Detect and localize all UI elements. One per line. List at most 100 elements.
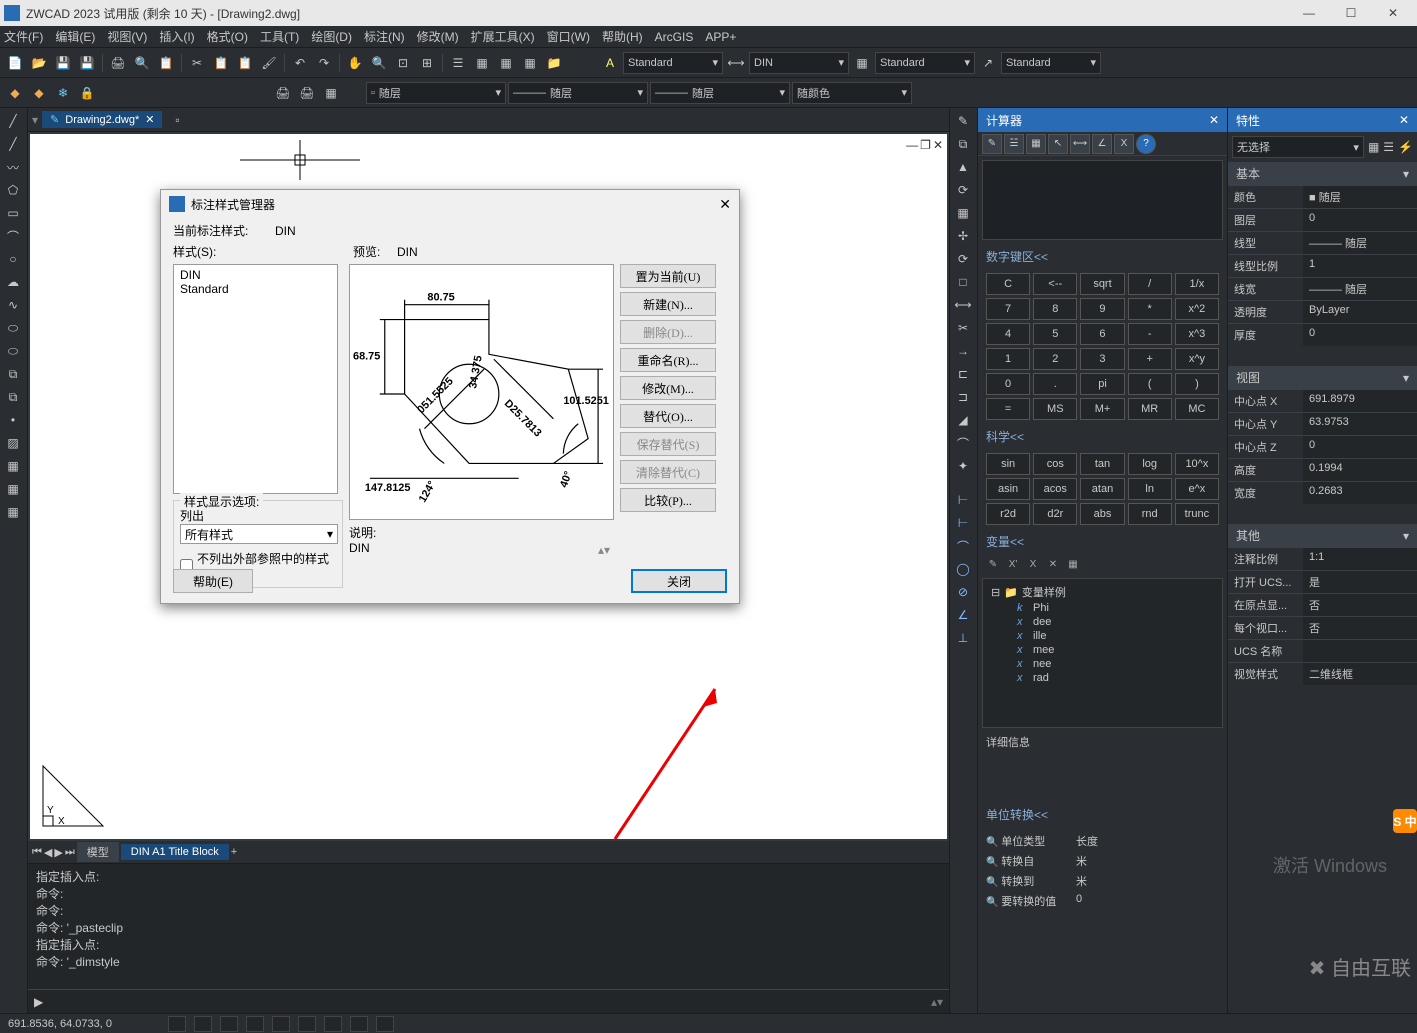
dim-ordinate-icon[interactable]: ⊥: [952, 627, 974, 649]
layer-lock-icon[interactable]: 🔒: [76, 82, 98, 104]
key-pow[interactable]: x^y: [1175, 348, 1219, 370]
xline-icon[interactable]: ╱: [2, 133, 24, 155]
key-9[interactable]: 9: [1080, 298, 1124, 320]
dim-diameter-icon[interactable]: ⊘: [952, 581, 974, 603]
tool-palette-icon[interactable]: ▦: [519, 52, 541, 74]
file-tab-active[interactable]: ✎Drawing2.dwg*✕: [42, 111, 162, 128]
group-misc[interactable]: 其他▾: [1228, 524, 1417, 547]
revcloud-icon[interactable]: ☁: [2, 271, 24, 293]
scale-icon[interactable]: □: [952, 271, 974, 293]
ortho-toggle[interactable]: [220, 1016, 238, 1032]
dim-arc-icon[interactable]: ⌒: [952, 535, 974, 557]
menu-tools[interactable]: 工具(T): [260, 28, 299, 45]
var-edit-icon[interactable]: X: [1024, 556, 1042, 572]
key-8[interactable]: 8: [1033, 298, 1077, 320]
key-mr[interactable]: MR: [1128, 398, 1172, 420]
list-filter-combo[interactable]: 所有样式▾: [180, 524, 338, 544]
design-center-icon[interactable]: ▦: [495, 52, 517, 74]
canvas-max-icon[interactable]: ❐: [920, 138, 931, 152]
dimstyle-icon[interactable]: ⟷: [725, 52, 747, 74]
copy-obj-icon[interactable]: ⧉: [952, 133, 974, 155]
tab-nav-first[interactable]: ⏮: [32, 846, 42, 859]
key-cos[interactable]: cos: [1033, 453, 1077, 475]
menu-file[interactable]: 文件(F): [4, 28, 43, 45]
key-c[interactable]: C: [986, 273, 1030, 295]
trim-icon[interactable]: ✂: [952, 317, 974, 339]
set-current-button[interactable]: 置为当前(U): [620, 264, 716, 288]
prop-ltscale[interactable]: 1: [1303, 255, 1417, 277]
snap-toggle[interactable]: [168, 1016, 186, 1032]
grid-toggle[interactable]: [194, 1016, 212, 1032]
tab-add[interactable]: +: [231, 846, 237, 858]
key-eq[interactable]: =: [986, 398, 1030, 420]
canvas-close-icon[interactable]: ✕: [933, 138, 943, 152]
zoom-icon[interactable]: 🔍: [368, 52, 390, 74]
lineweight-combo[interactable]: ——— 随层▾: [650, 82, 790, 104]
plot2-icon[interactable]: 🖨: [296, 82, 318, 104]
menu-edit[interactable]: 编辑(E): [55, 28, 95, 45]
key-abs[interactable]: abs: [1080, 503, 1124, 525]
key-ms[interactable]: MS: [1033, 398, 1077, 420]
tablestyle-icon[interactable]: ▦: [851, 52, 873, 74]
new-style-button[interactable]: 新建(N)...: [620, 292, 716, 316]
polygon-icon[interactable]: ⬠: [2, 179, 24, 201]
layout-icon[interactable]: ▦: [320, 82, 342, 104]
prop-ucs-on[interactable]: 是: [1303, 571, 1417, 593]
layer-iso-icon[interactable]: ◆: [4, 82, 26, 104]
key-4[interactable]: 4: [986, 323, 1030, 345]
new-icon[interactable]: 📄: [4, 52, 26, 74]
rename-style-button[interactable]: 重命名(R)...: [620, 348, 716, 372]
prop-visual-style[interactable]: 二维线框: [1303, 663, 1417, 685]
polar-toggle[interactable]: [246, 1016, 264, 1032]
quick-select-icon[interactable]: ▦: [1368, 140, 1379, 154]
spline-icon[interactable]: ∿: [2, 294, 24, 316]
key-div[interactable]: /: [1128, 273, 1172, 295]
key-10x[interactable]: 10^x: [1175, 453, 1219, 475]
compare-style-button[interactable]: 比较(P)...: [620, 488, 716, 512]
prop-center-z[interactable]: 0: [1303, 436, 1417, 458]
erase-icon[interactable]: ✎: [952, 110, 974, 132]
polyline-icon[interactable]: 〰: [2, 156, 24, 178]
key-mul[interactable]: *: [1128, 298, 1172, 320]
mleader-style-combo[interactable]: Standard▾: [1001, 52, 1101, 74]
key-log[interactable]: log: [1128, 453, 1172, 475]
gradient-icon[interactable]: ▦: [2, 455, 24, 477]
prop-anno-scale[interactable]: 1:1: [1303, 548, 1417, 570]
fillet-icon[interactable]: ⌒: [952, 432, 974, 454]
arc-icon[interactable]: ⌒: [2, 225, 24, 247]
calc-close-icon[interactable]: ✕: [1209, 113, 1219, 127]
ellipse-icon[interactable]: ⬭: [2, 317, 24, 339]
dim-linear-icon[interactable]: ⊢: [952, 489, 974, 511]
zoom-prev-icon[interactable]: ⊞: [416, 52, 438, 74]
hatch-icon[interactable]: ▨: [2, 432, 24, 454]
key-0[interactable]: 0: [986, 373, 1030, 395]
key-sin[interactable]: sin: [986, 453, 1030, 475]
layer-mgr-icon[interactable]: ☰: [447, 52, 469, 74]
menu-insert[interactable]: 插入(I): [159, 28, 194, 45]
print-icon[interactable]: 🖨: [107, 52, 129, 74]
calc-clear-icon[interactable]: ✎: [982, 134, 1002, 154]
key-3[interactable]: 3: [1080, 348, 1124, 370]
ellipse-arc-icon[interactable]: ⬭: [2, 340, 24, 362]
layer-off-icon[interactable]: ◆: [28, 82, 50, 104]
key-d2r[interactable]: d2r: [1033, 503, 1077, 525]
break-icon[interactable]: ⊏: [952, 363, 974, 385]
join-icon[interactable]: ⊐: [952, 386, 974, 408]
variable-tree[interactable]: ⊟📁变量样例 kPhi xdee xille xmee xnee xrad: [982, 578, 1223, 728]
prop-transparency[interactable]: ByLayer: [1303, 301, 1417, 323]
key-trunc[interactable]: trunc: [1175, 503, 1219, 525]
selection-combo[interactable]: 无选择▾: [1232, 136, 1364, 158]
line-icon[interactable]: ╱: [2, 110, 24, 132]
key-plus[interactable]: +: [1128, 348, 1172, 370]
zoom-window-icon[interactable]: ⊡: [392, 52, 414, 74]
menu-extensions[interactable]: 扩展工具(X): [471, 28, 535, 45]
menu-window[interactable]: 窗口(W): [547, 28, 590, 45]
key-inv[interactable]: 1/x: [1175, 273, 1219, 295]
key-6[interactable]: 6: [1080, 323, 1124, 345]
publish-icon[interactable]: 📋: [155, 52, 177, 74]
key-rparen[interactable]: ): [1175, 373, 1219, 395]
menu-app[interactable]: APP+: [705, 30, 736, 44]
menu-help[interactable]: 帮助(H): [602, 28, 643, 45]
prop-layer[interactable]: 0: [1303, 209, 1417, 231]
calc-angle-icon[interactable]: ∠: [1092, 134, 1112, 154]
